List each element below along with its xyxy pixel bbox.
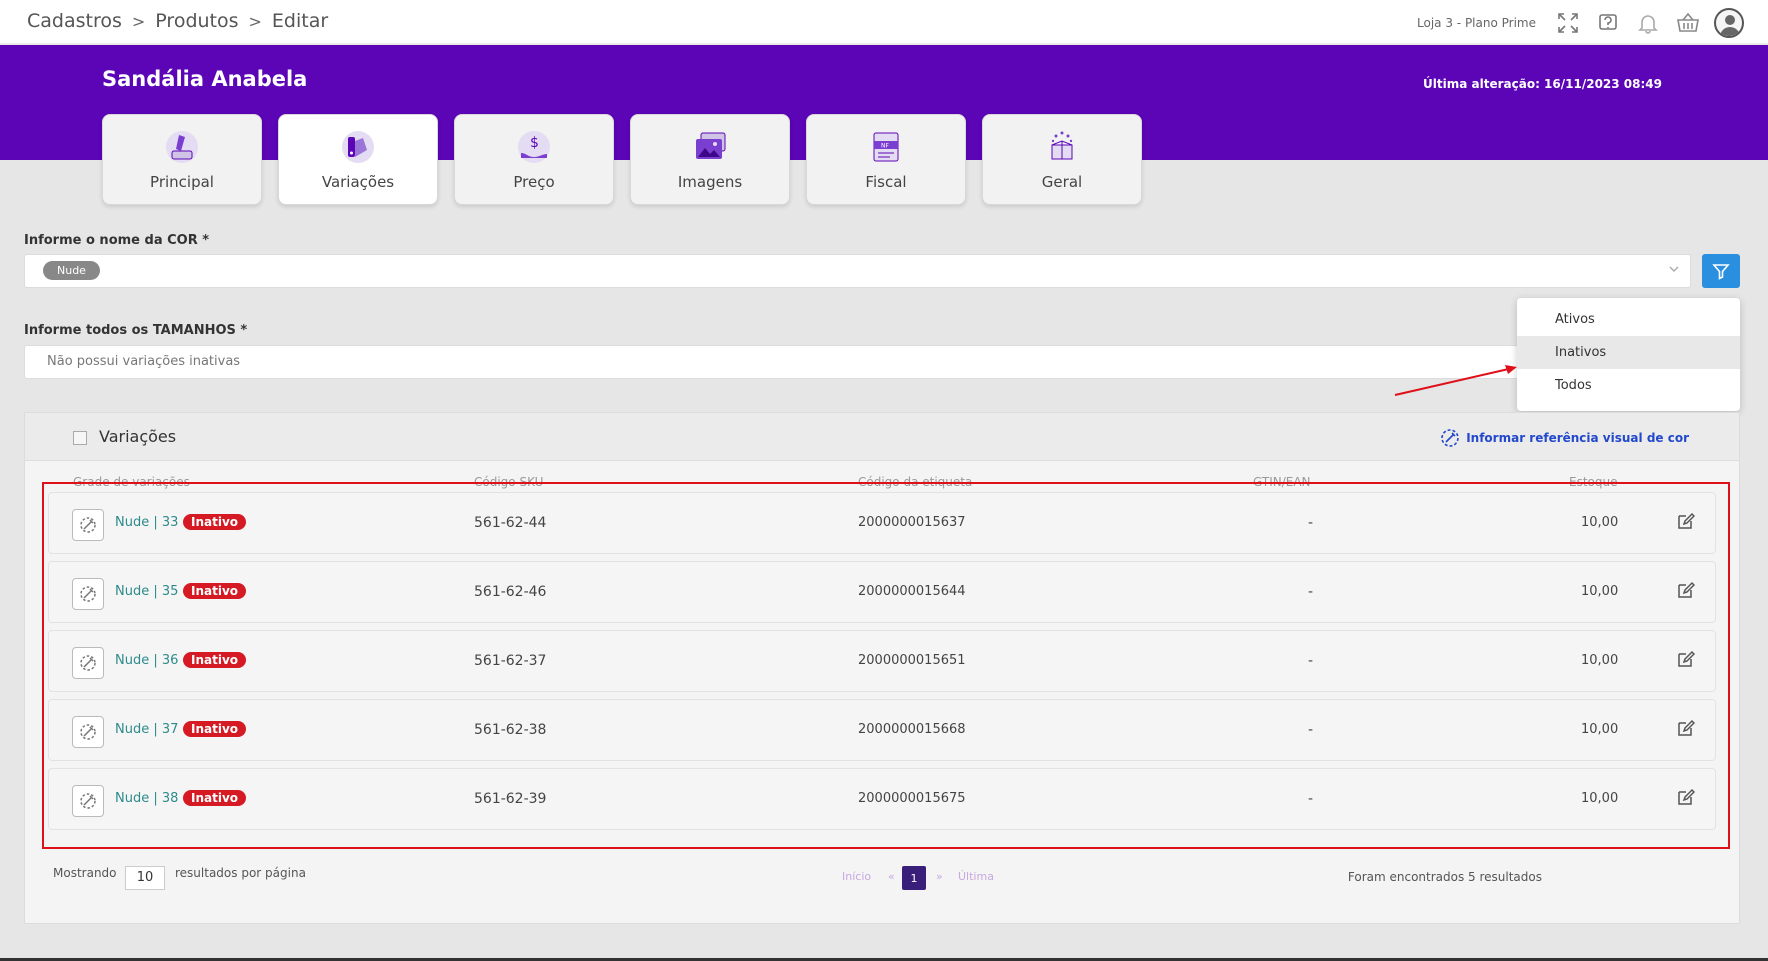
color-reference-link[interactable]: Informar referência visual de cor	[1440, 428, 1689, 448]
tab-geral[interactable]: Geral	[982, 114, 1142, 205]
images-icon	[690, 127, 730, 167]
svg-text:$: $	[530, 135, 539, 151]
breadcrumb-editar: Editar	[271, 10, 329, 32]
tamanhos-input[interactable]: Não possui variações inativas	[24, 345, 1524, 379]
palette-icon	[1441, 429, 1460, 447]
color-chip[interactable]: Nude	[43, 261, 100, 280]
showing-label: Mostrando	[53, 866, 117, 880]
page-prev[interactable]: «	[888, 870, 895, 883]
store-plan-label[interactable]: Loja 3 - Plano Prime	[1417, 16, 1536, 30]
top-bar: Cadastros > Produtos > Editar Loja 3 - P…	[0, 0, 1768, 44]
variations-panel-header: Variações Informar referência visual de …	[25, 413, 1739, 461]
page-first[interactable]: Início	[842, 870, 871, 883]
breadcrumb-separator: >	[131, 11, 146, 31]
tab-preco[interactable]: $ Preço	[454, 114, 614, 205]
tab-label: Variações	[321, 173, 395, 191]
top-right-actions: Loja 3 - Plano Prime	[1417, 8, 1744, 38]
breadcrumb: Cadastros > Produtos > Editar	[27, 10, 328, 32]
per-page-suffix: resultados por página	[175, 866, 306, 880]
tab-label: Imagens	[677, 173, 743, 191]
help-icon[interactable]	[1594, 9, 1622, 37]
status-filter-dropdown: Ativos Inativos Todos	[1517, 298, 1740, 411]
results-count: Foram encontrados 5 resultados	[1347, 870, 1542, 884]
product-tabs: Principal Variações $ Preço Imagens NF F…	[102, 114, 1142, 205]
tab-fiscal[interactable]: NF Fiscal	[806, 114, 966, 205]
dropdown-item-inativos[interactable]: Inativos	[1517, 336, 1740, 369]
per-page-input[interactable]: 10	[125, 866, 165, 890]
last-change-label: Última alteração: 16/11/2023 08:49	[1423, 77, 1662, 91]
select-all-checkbox[interactable]	[73, 431, 87, 445]
product-title: Sandália Anabela	[102, 67, 308, 91]
highlight-box	[42, 482, 1730, 849]
tab-principal[interactable]: Principal	[102, 114, 262, 205]
page-last[interactable]: Última	[958, 870, 994, 883]
breadcrumb-separator: >	[248, 11, 262, 31]
filter-icon	[1712, 264, 1730, 280]
filter-button[interactable]	[1702, 254, 1740, 288]
fiscal-nf-text: NF	[881, 143, 889, 150]
bell-icon[interactable]	[1634, 9, 1662, 37]
breadcrumb-cadastros[interactable]: Cadastros	[27, 10, 122, 32]
dropdown-item-ativos[interactable]: Ativos	[1517, 303, 1740, 336]
box-sparkle-icon	[1042, 127, 1082, 167]
tab-imagens[interactable]: Imagens	[630, 114, 790, 205]
page-current[interactable]: 1	[902, 866, 926, 890]
dropdown-item-todos[interactable]: Todos	[1517, 369, 1740, 402]
money-hand-icon: $	[514, 127, 554, 167]
tab-label: Preço	[513, 173, 555, 191]
annotation-arrow	[1394, 365, 1517, 396]
variations-title: Variações	[99, 427, 177, 446]
tamanhos-placeholder: Não possui variações inativas	[47, 354, 241, 369]
basket-icon[interactable]	[1674, 9, 1702, 37]
tab-label: Geral	[1041, 173, 1083, 191]
swatch-icon	[338, 127, 378, 167]
color-reference-label: Informar referência visual de cor	[1466, 431, 1689, 445]
user-avatar[interactable]	[1714, 8, 1744, 38]
chevron-down-icon[interactable]	[1668, 263, 1680, 278]
cor-field-label: Informe o nome da COR *	[24, 233, 210, 248]
invoice-icon: NF	[866, 127, 906, 167]
fullscreen-icon[interactable]	[1554, 9, 1582, 37]
tamanhos-field-label: Informe todos os TAMANHOS *	[24, 323, 248, 338]
tab-variacoes[interactable]: Variações	[278, 114, 438, 205]
breadcrumb-produtos[interactable]: Produtos	[155, 10, 238, 32]
pencil-icon	[162, 127, 202, 167]
tab-label: Fiscal	[865, 173, 907, 191]
cor-select[interactable]: Nude	[24, 254, 1691, 288]
page-next[interactable]: »	[936, 870, 943, 883]
tab-label: Principal	[150, 173, 214, 191]
